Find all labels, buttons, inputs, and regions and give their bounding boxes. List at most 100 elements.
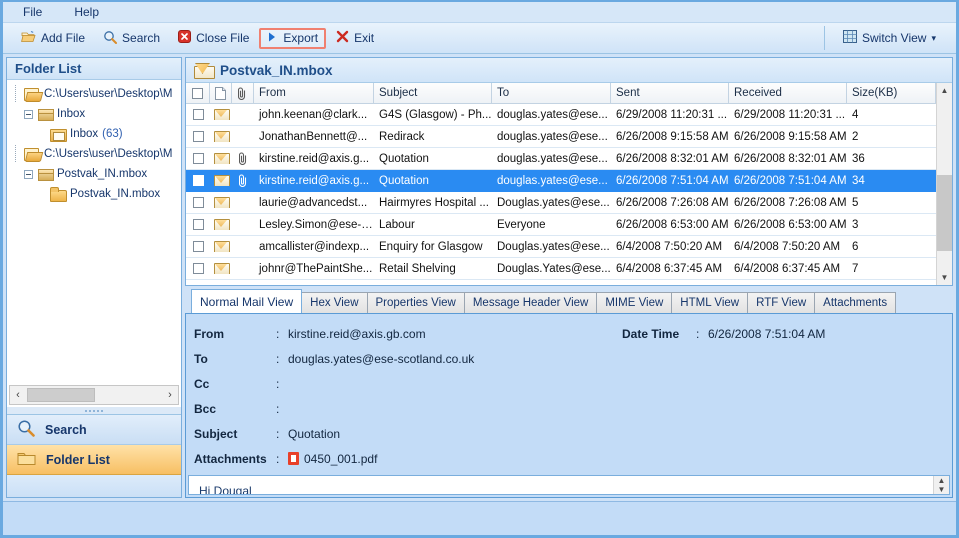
table-row[interactable]: kirstine.reid@axis.g... Quotation dougla… bbox=[186, 148, 936, 170]
tab-properties-view[interactable]: Properties View bbox=[366, 292, 465, 313]
column-header-received[interactable]: Received bbox=[729, 83, 847, 103]
tree-item-inbox-store[interactable]: Inbox bbox=[11, 104, 181, 124]
row-checkbox[interactable] bbox=[186, 109, 210, 120]
row-checkbox[interactable] bbox=[186, 241, 210, 252]
tree-item-root-2[interactable]: C:\Users\user\Desktop\M bbox=[11, 144, 181, 164]
mail-grid-header: From Subject To Sent Received Size(KB) bbox=[186, 83, 936, 104]
menu-item-help[interactable]: Help bbox=[68, 3, 105, 21]
nav-button-search[interactable]: Search bbox=[7, 415, 181, 445]
column-header-subject[interactable]: Subject bbox=[374, 83, 492, 103]
table-row[interactable]: Lesley.Simon@ese-s... Labour Everyone 6/… bbox=[186, 214, 936, 236]
row-checkbox[interactable] bbox=[186, 263, 210, 274]
checkbox-icon[interactable] bbox=[192, 219, 204, 230]
tab-label: Normal Mail View bbox=[200, 294, 294, 309]
checkbox-icon[interactable] bbox=[192, 87, 203, 99]
scroll-track[interactable] bbox=[937, 98, 952, 270]
export-button[interactable]: Export bbox=[259, 27, 327, 49]
scroll-thumb[interactable] bbox=[27, 388, 95, 402]
row-checkbox[interactable] bbox=[186, 219, 210, 230]
row-checkbox[interactable] bbox=[186, 153, 210, 164]
column-header-sent[interactable]: Sent bbox=[611, 83, 729, 103]
checkbox-icon[interactable] bbox=[192, 263, 204, 274]
tab-message-header-view[interactable]: Message Header View bbox=[463, 292, 598, 313]
folder-icon bbox=[50, 187, 67, 202]
cell-subject: Labour bbox=[379, 218, 415, 231]
cell-subject: Hairmyres Hospital ... bbox=[379, 196, 489, 209]
scroll-up-arrow-icon[interactable]: ▲ bbox=[934, 476, 949, 485]
search-button[interactable]: Search bbox=[95, 26, 168, 51]
tab-hex-view[interactable]: Hex View bbox=[301, 292, 368, 313]
select-all-checkbox-header[interactable] bbox=[186, 83, 210, 103]
nav-button-folder-list[interactable]: Folder List bbox=[7, 445, 181, 475]
cell-sent: 6/4/2008 7:50:20 AM bbox=[616, 240, 723, 253]
row-checkbox[interactable] bbox=[186, 131, 210, 142]
folder-tree-hscrollbar[interactable]: ‹ › bbox=[9, 385, 179, 405]
scroll-down-arrow-icon[interactable]: ▼ bbox=[934, 485, 949, 494]
row-checkbox[interactable] bbox=[186, 175, 210, 186]
checkbox-icon[interactable] bbox=[192, 175, 204, 186]
mail-status-icon bbox=[210, 131, 232, 142]
magnifier-icon bbox=[103, 30, 118, 47]
cell-subject: Quotation bbox=[379, 174, 429, 187]
pdf-icon bbox=[288, 451, 299, 465]
scroll-up-arrow-icon[interactable]: ▲ bbox=[937, 83, 952, 98]
tab-rtf-view[interactable]: RTF View bbox=[747, 292, 816, 313]
table-row[interactable]: laurie@advancedst... Hairmyres Hospital … bbox=[186, 192, 936, 214]
paperclip-icon bbox=[238, 86, 246, 100]
checkbox-icon[interactable] bbox=[192, 153, 204, 164]
search-label: Search bbox=[122, 31, 161, 45]
column-header-to[interactable]: To bbox=[492, 83, 611, 103]
pane-gripper[interactable] bbox=[7, 407, 181, 414]
checkbox-icon[interactable] bbox=[192, 241, 204, 252]
message-body-text: Hi Dougal bbox=[199, 484, 252, 494]
tab-label: HTML View bbox=[680, 297, 740, 309]
tree-item-root-1[interactable]: C:\Users\user\Desktop\M bbox=[11, 84, 181, 104]
checkbox-icon[interactable] bbox=[192, 109, 204, 120]
tree-line bbox=[11, 145, 20, 163]
mail-list-vscrollbar[interactable]: ▲ ▼ bbox=[936, 83, 952, 285]
column-header-size[interactable]: Size(KB) bbox=[847, 83, 936, 103]
collapse-toggle-icon[interactable] bbox=[24, 109, 33, 119]
column-header-icon[interactable] bbox=[210, 83, 232, 103]
envelope-icon bbox=[214, 197, 230, 208]
tab-html-view[interactable]: HTML View bbox=[671, 292, 749, 313]
cell-from: Lesley.Simon@ese-s... bbox=[259, 218, 374, 231]
checkbox-icon[interactable] bbox=[192, 131, 204, 142]
tree-item-inbox[interactable]: Inbox (63) bbox=[11, 124, 181, 144]
scroll-thumb[interactable] bbox=[937, 175, 952, 252]
tree-item-label: Postvak_IN.mbox bbox=[57, 168, 148, 180]
tree-item-postvak-store[interactable]: Postvak_IN.mbox bbox=[11, 164, 181, 184]
checkbox-icon[interactable] bbox=[192, 197, 204, 208]
to-field: To : douglas.yates@ese-scotland.co.uk bbox=[194, 346, 952, 371]
tab-mime-view[interactable]: MIME View bbox=[596, 292, 673, 313]
tab-attachments[interactable]: Attachments bbox=[814, 292, 897, 313]
message-body-vscrollbar[interactable]: ▲ ▼ bbox=[933, 476, 949, 494]
field-colon: : bbox=[276, 376, 280, 391]
exit-button[interactable]: Exit bbox=[328, 26, 382, 50]
tab-normal-mail-view[interactable]: Normal Mail View bbox=[191, 289, 303, 313]
scroll-left-arrow-icon[interactable]: ‹ bbox=[10, 389, 26, 401]
scroll-down-arrow-icon[interactable]: ▼ bbox=[937, 270, 952, 285]
open-folder-icon bbox=[24, 147, 40, 161]
mail-grid-main: From Subject To Sent Received Size(KB) j… bbox=[186, 83, 936, 285]
column-header-attachment[interactable] bbox=[232, 83, 254, 103]
collapse-toggle-icon[interactable] bbox=[24, 169, 33, 179]
table-row[interactable]: kirstine.reid@axis.g... Quotation dougla… bbox=[186, 170, 936, 192]
attachment-item[interactable]: 0450_001.pdf bbox=[288, 451, 952, 466]
tree-line bbox=[11, 85, 20, 103]
scroll-right-arrow-icon[interactable]: › bbox=[162, 389, 178, 401]
tree-item-postvak[interactable]: Postvak_IN.mbox bbox=[11, 184, 181, 204]
column-header-from[interactable]: From bbox=[254, 83, 374, 103]
switch-view-button[interactable]: Switch View ▾ bbox=[835, 26, 944, 50]
close-file-button[interactable]: Close File bbox=[170, 26, 257, 50]
table-row[interactable]: amcallister@indexp... Enquiry for Glasgo… bbox=[186, 236, 936, 258]
table-row[interactable]: john.keenan@clark... G4S (Glasgow) - Ph.… bbox=[186, 104, 936, 126]
table-row[interactable]: JonathanBennett@... Redirack douglas.yat… bbox=[186, 126, 936, 148]
menu-item-file[interactable]: File bbox=[17, 3, 48, 21]
table-row[interactable]: johnr@ThePaintShe... Retail Shelving Dou… bbox=[186, 258, 936, 280]
field-colon: : bbox=[276, 326, 280, 341]
add-file-button[interactable]: Add File bbox=[13, 26, 93, 51]
message-detail: Date Time : 6/26/2008 7:51:04 AM From : … bbox=[185, 313, 953, 498]
row-checkbox[interactable] bbox=[186, 197, 210, 208]
main-body: Folder List C:\Users\user\Desktop\M Inbo… bbox=[3, 54, 956, 501]
